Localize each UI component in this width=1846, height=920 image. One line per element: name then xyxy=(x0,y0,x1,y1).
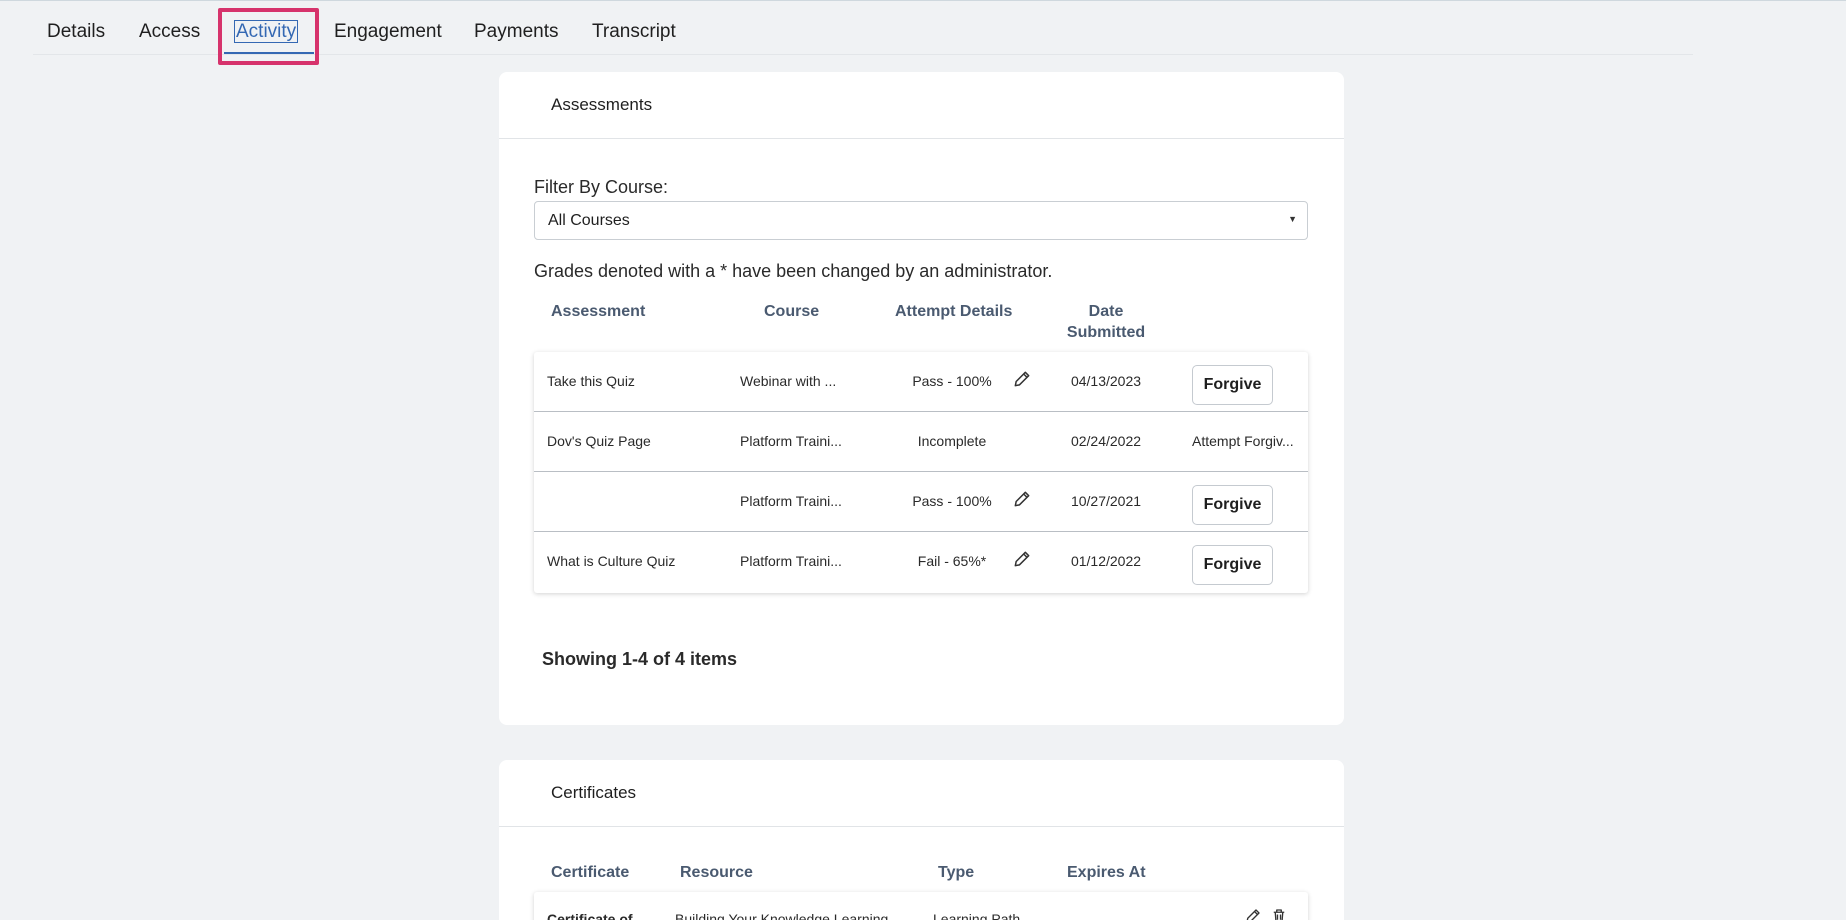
certificates-table: Certificate of Building Your Knowledge L… xyxy=(534,892,1308,920)
cell-certificate: Certificate of xyxy=(547,911,633,920)
trash-icon[interactable] xyxy=(1270,907,1288,920)
cell-course: Platform Traini... xyxy=(740,493,842,509)
col-header-assessment: Assessment xyxy=(551,303,646,320)
pencil-icon[interactable] xyxy=(1012,549,1032,569)
cell-type: Learning Path xyxy=(933,911,1021,920)
course-filter-value: All Courses xyxy=(548,212,630,229)
table-row: Dov's Quiz Page Platform Traini... Incom… xyxy=(534,412,1308,472)
cell-date: 02/24/2022 xyxy=(1070,433,1142,449)
cell-assessment: Dov's Quiz Page xyxy=(547,433,651,449)
pagination-summary: Showing 1-4 of 4 items xyxy=(542,649,738,669)
col-header-type: Type xyxy=(938,864,975,881)
pencil-icon[interactable] xyxy=(1244,907,1262,920)
tab-activity-label: Activity xyxy=(233,20,299,43)
cell-resource: Building Your Knowledge Learning xyxy=(675,911,889,920)
tab-activity[interactable]: Activity xyxy=(233,20,299,43)
cell-date: 01/12/2022 xyxy=(1070,553,1142,569)
cell-attempt: Fail - 65%* xyxy=(917,553,987,569)
col-header-certificate: Certificate xyxy=(551,864,630,881)
col-header-attempt: Attempt Details xyxy=(895,303,1013,320)
cell-assessment: What is Culture Quiz xyxy=(547,553,676,569)
forgive-button[interactable]: Forgive xyxy=(1192,485,1273,525)
pencil-icon[interactable] xyxy=(1012,489,1032,509)
tab-access[interactable]: Access xyxy=(139,21,200,43)
pencil-icon[interactable] xyxy=(1012,369,1032,389)
certificates-title: Certificates xyxy=(551,783,637,802)
certificates-card: Certificates Certificate Resource Type E… xyxy=(499,760,1344,920)
col-header-resource: Resource xyxy=(680,864,753,881)
cell-attempt: Pass - 100% xyxy=(912,493,992,509)
col-header-date-line2: Submitted xyxy=(1066,324,1146,341)
assessments-title: Assessments xyxy=(551,95,653,114)
assessments-card: Assessments Filter By Course: All Course… xyxy=(499,72,1344,725)
cell-course: Platform Traini... xyxy=(740,553,842,569)
cell-attempt: Pass - 100% xyxy=(912,373,992,389)
tab-payments[interactable]: Payments xyxy=(474,21,558,43)
attempt-forgiven-status: Attempt Forgiv... xyxy=(1192,433,1294,449)
col-header-date-line1: Date xyxy=(1088,303,1124,320)
cell-course: Platform Traini... xyxy=(740,433,842,449)
forgive-button[interactable]: Forgive xyxy=(1192,365,1273,405)
course-filter-select[interactable]: All Courses ▼ xyxy=(534,201,1308,240)
tab-details[interactable]: Details xyxy=(47,21,105,43)
forgive-button[interactable]: Forgive xyxy=(1192,545,1273,585)
tab-engagement[interactable]: Engagement xyxy=(334,21,442,43)
cell-assessment: Take this Quiz xyxy=(547,373,635,389)
cell-course: Webinar with ... xyxy=(740,373,837,389)
cell-date: 04/13/2023 xyxy=(1070,373,1142,389)
table-row: Platform Traini... Pass - 100% 10/27/202… xyxy=(534,472,1308,532)
active-tab-underline xyxy=(224,52,314,54)
admin-grade-note: Grades denoted with a * have been change… xyxy=(534,261,1053,281)
col-header-date: Date Submitted xyxy=(1056,303,1156,342)
col-header-expires: Expires At xyxy=(1067,864,1146,881)
assessments-table: Take this Quiz Webinar with ... Pass - 1… xyxy=(534,352,1308,593)
cell-date: 10/27/2021 xyxy=(1070,493,1142,509)
cell-attempt: Incomplete xyxy=(917,433,987,449)
table-row: Take this Quiz Webinar with ... Pass - 1… xyxy=(534,352,1308,412)
filter-label: Filter By Course: xyxy=(534,177,669,197)
tab-bar: Details Access Activity Engagement Payme… xyxy=(33,1,1693,55)
col-header-course: Course xyxy=(764,303,820,320)
tab-transcript[interactable]: Transcript xyxy=(592,21,676,43)
caret-down-icon: ▼ xyxy=(1288,214,1297,224)
assessments-header: Assessments xyxy=(499,72,1344,139)
table-row: What is Culture Quiz Platform Traini... … xyxy=(534,532,1308,593)
certificates-header: Certificates xyxy=(499,760,1344,827)
